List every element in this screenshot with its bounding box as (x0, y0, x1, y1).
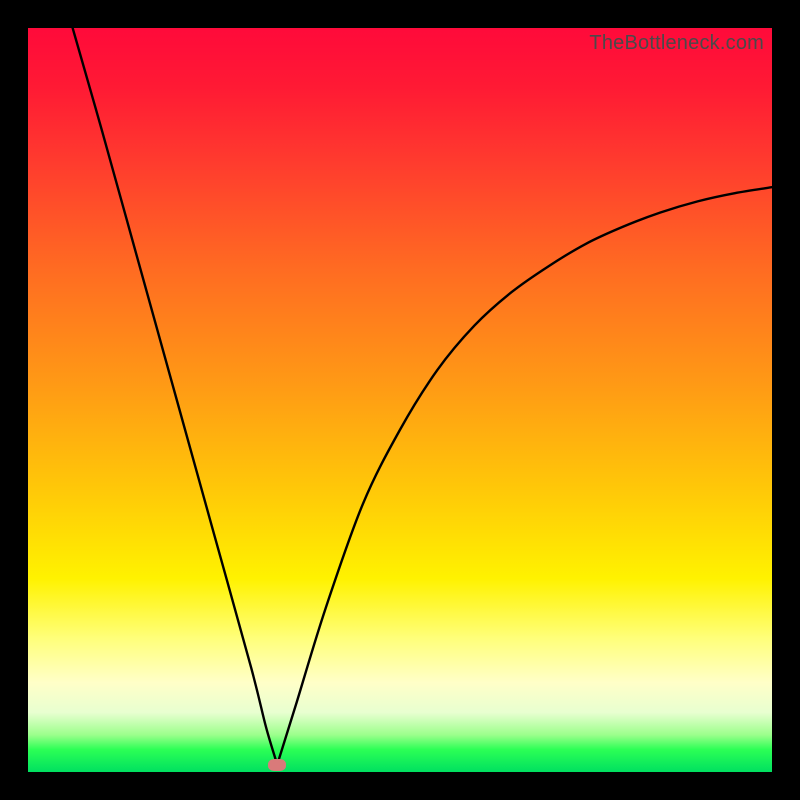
curve-right-branch (277, 187, 772, 764)
watermark-text: TheBottleneck.com (589, 32, 764, 55)
curve-svg (28, 28, 772, 772)
plot-area: TheBottleneck.com (28, 28, 772, 772)
curve-left-branch (73, 28, 278, 765)
minimum-marker (268, 759, 286, 771)
